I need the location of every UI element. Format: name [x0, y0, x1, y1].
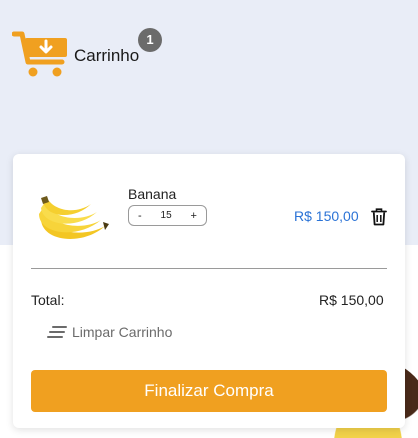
quantity-stepper: - 15 + — [128, 205, 207, 226]
total-label: Total: — [31, 292, 65, 308]
cart-card: Banana - 15 + R$ 150,00 Total: R$ 150,00… — [13, 154, 405, 428]
increment-button[interactable]: + — [191, 210, 197, 222]
product-name: Banana — [128, 186, 177, 202]
page-title: Carrinho — [74, 46, 140, 65]
cart-count-badge: 1 — [138, 28, 162, 52]
decrement-button[interactable]: - — [138, 210, 142, 222]
trash-icon[interactable] — [371, 208, 387, 226]
cart-download-icon[interactable] — [12, 28, 70, 80]
clear-list-icon — [47, 326, 67, 338]
divider — [31, 268, 387, 269]
total-value: R$ 150,00 — [319, 292, 384, 308]
banana-image — [39, 196, 109, 239]
checkout-button[interactable]: Finalizar Compra — [31, 370, 387, 412]
item-price: R$ 150,00 — [294, 208, 359, 224]
cart-header: 1 Carrinho — [12, 22, 212, 82]
clear-cart-label: Limpar Carrinho — [72, 324, 173, 340]
quantity-value[interactable]: 15 — [161, 210, 172, 221]
clear-cart-button[interactable]: Limpar Carrinho — [47, 322, 172, 342]
